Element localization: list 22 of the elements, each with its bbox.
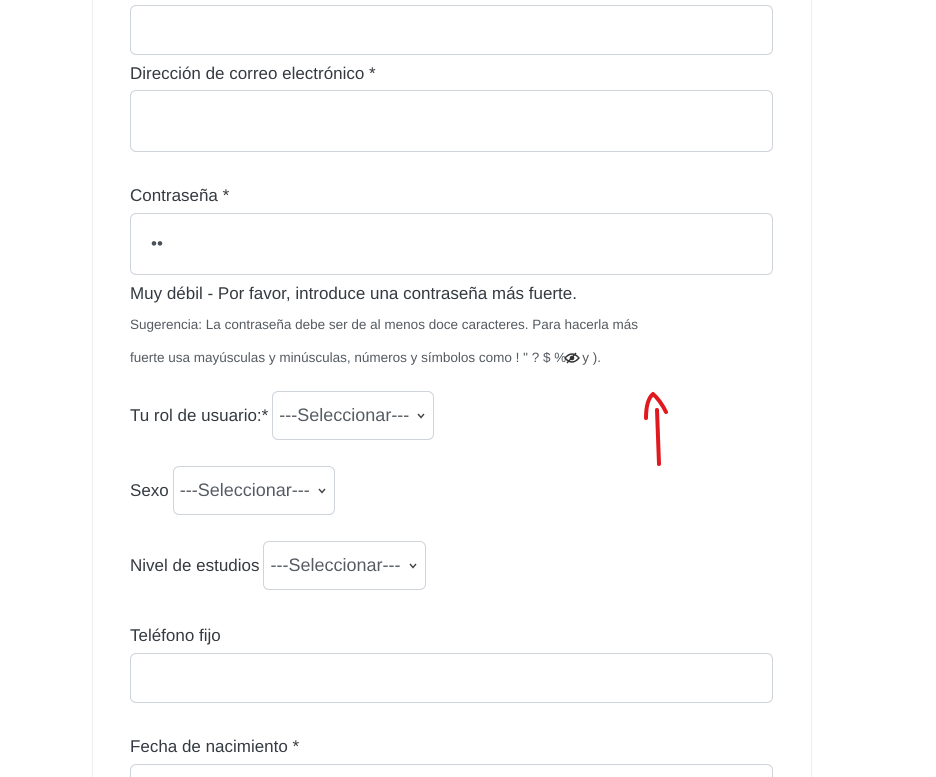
field-label: Dirección de correo electrónico * xyxy=(130,63,377,85)
password-hint: Sugerencia: La contraseña debe ser de al menos doce caracteres. Para hacerla más xyxy=(130,316,640,334)
strength-message: Muy débil - Por favor, introduce una contraseña más fuerte. xyxy=(130,283,578,305)
field-label: Sexo xyxy=(130,480,169,502)
field-label: Tu rol de usuario:* xyxy=(130,404,268,426)
text-field[interactable] xyxy=(130,5,773,55)
field-label: Nivel de estudios xyxy=(130,554,260,576)
password-field[interactable]: •• xyxy=(130,213,773,275)
password-hint: fuerte usa mayúsculas y minúsculas, números y símbolos como ! " ? $ % xyxy=(130,349,566,367)
dropdown-select[interactable]: ---Seleccionar--- xyxy=(263,541,426,590)
field-label: Contraseña * xyxy=(130,185,230,207)
dropdown-select[interactable]: ---Seleccionar--- xyxy=(172,466,335,515)
field-label: Fecha de nacimiento * xyxy=(130,736,300,758)
password-hint: y ). xyxy=(582,349,601,367)
chevron-down-icon xyxy=(318,488,326,494)
field-label: Teléfono fijo xyxy=(130,625,222,647)
dropdown-select[interactable]: ---Seleccionar--- xyxy=(272,391,434,440)
chevron-down-icon xyxy=(408,562,416,568)
chevron-down-icon xyxy=(417,412,426,418)
phone-field[interactable] xyxy=(130,653,773,703)
email-field[interactable] xyxy=(130,90,773,152)
eye-icon[interactable] xyxy=(564,352,580,364)
